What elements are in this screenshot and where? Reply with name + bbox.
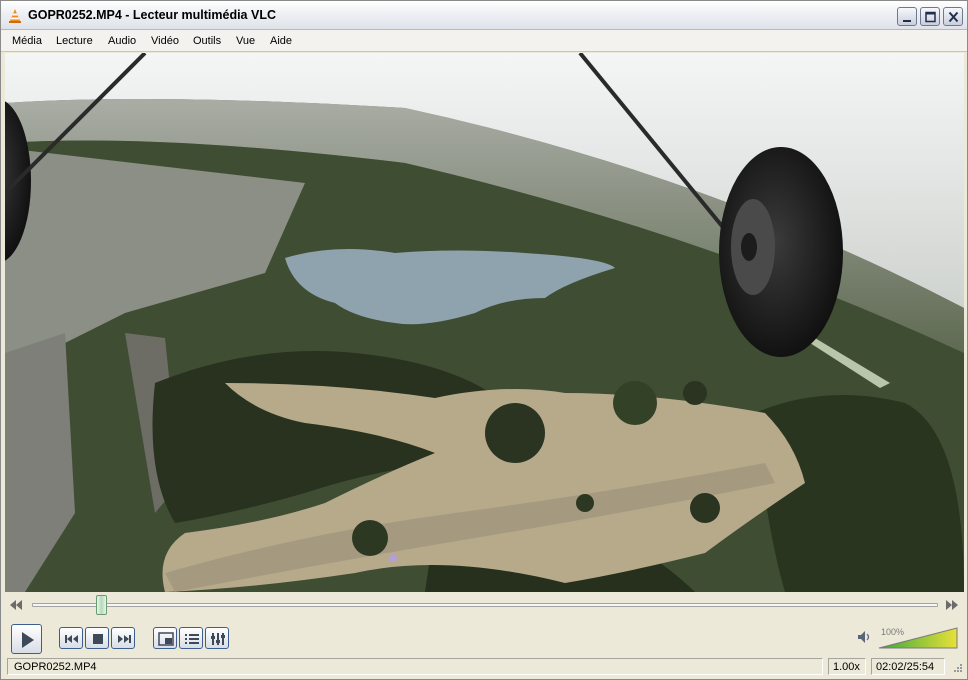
status-filename: GOPR0252.MP4 xyxy=(7,658,823,675)
seek-forward-icon[interactable] xyxy=(946,600,958,610)
menu-media[interactable]: Média xyxy=(12,35,42,47)
speaker-icon[interactable] xyxy=(857,630,873,644)
seek-handle[interactable] xyxy=(96,595,108,615)
video-frame xyxy=(5,53,964,592)
seek-track[interactable] xyxy=(32,603,938,607)
previous-button[interactable] xyxy=(59,627,83,649)
resize-grip-icon[interactable] xyxy=(951,663,963,675)
extended-settings-button[interactable] xyxy=(205,627,229,649)
menu-audio[interactable]: Audio xyxy=(108,35,136,47)
window-title: GOPR0252.MP4 - Lecteur multimédia VLC xyxy=(28,8,276,22)
close-icon xyxy=(948,11,959,23)
next-icon xyxy=(118,635,131,643)
next-button[interactable] xyxy=(111,627,135,649)
minimize-icon xyxy=(903,20,911,22)
equalizer-icon xyxy=(211,633,225,645)
controls-panel xyxy=(1,593,967,657)
maximize-button[interactable] xyxy=(920,7,940,26)
menu-help[interactable]: Aide xyxy=(270,35,292,47)
playback-speed[interactable]: 1.00x xyxy=(828,658,866,675)
close-button[interactable] xyxy=(943,7,963,26)
fullscreen-button[interactable] xyxy=(153,627,177,649)
menu-playback[interactable]: Lecture xyxy=(56,35,93,47)
stop-icon xyxy=(93,634,103,644)
maximize-icon xyxy=(925,11,936,23)
fullscreen-icon xyxy=(158,632,174,646)
play-button[interactable] xyxy=(11,624,42,654)
play-icon xyxy=(22,632,34,648)
video-display[interactable] xyxy=(5,53,964,592)
menu-view[interactable]: Vue xyxy=(236,35,255,47)
volume-slider[interactable] xyxy=(877,626,959,650)
playlist-button[interactable] xyxy=(179,627,203,649)
minimize-button[interactable] xyxy=(897,7,917,26)
menu-tools[interactable]: Outils xyxy=(193,35,221,47)
vlc-cone-icon xyxy=(9,9,21,23)
stop-button[interactable] xyxy=(85,627,109,649)
previous-icon xyxy=(65,635,78,643)
menu-bar: Média Lecture Audio Vidéo Outils Vue Aid… xyxy=(1,30,967,52)
playlist-icon xyxy=(185,634,199,644)
time-display[interactable]: 02:02/25:54 xyxy=(871,658,945,675)
menu-video[interactable]: Vidéo xyxy=(151,35,179,47)
seek-backward-icon[interactable] xyxy=(10,600,22,610)
status-bar: GOPR0252.MP4 1.00x 02:02/25:54 xyxy=(1,657,967,679)
vlc-window: GOPR0252.MP4 - Lecteur multimédia VLC Mé… xyxy=(0,0,968,680)
title-bar[interactable]: GOPR0252.MP4 - Lecteur multimédia VLC xyxy=(1,1,967,30)
